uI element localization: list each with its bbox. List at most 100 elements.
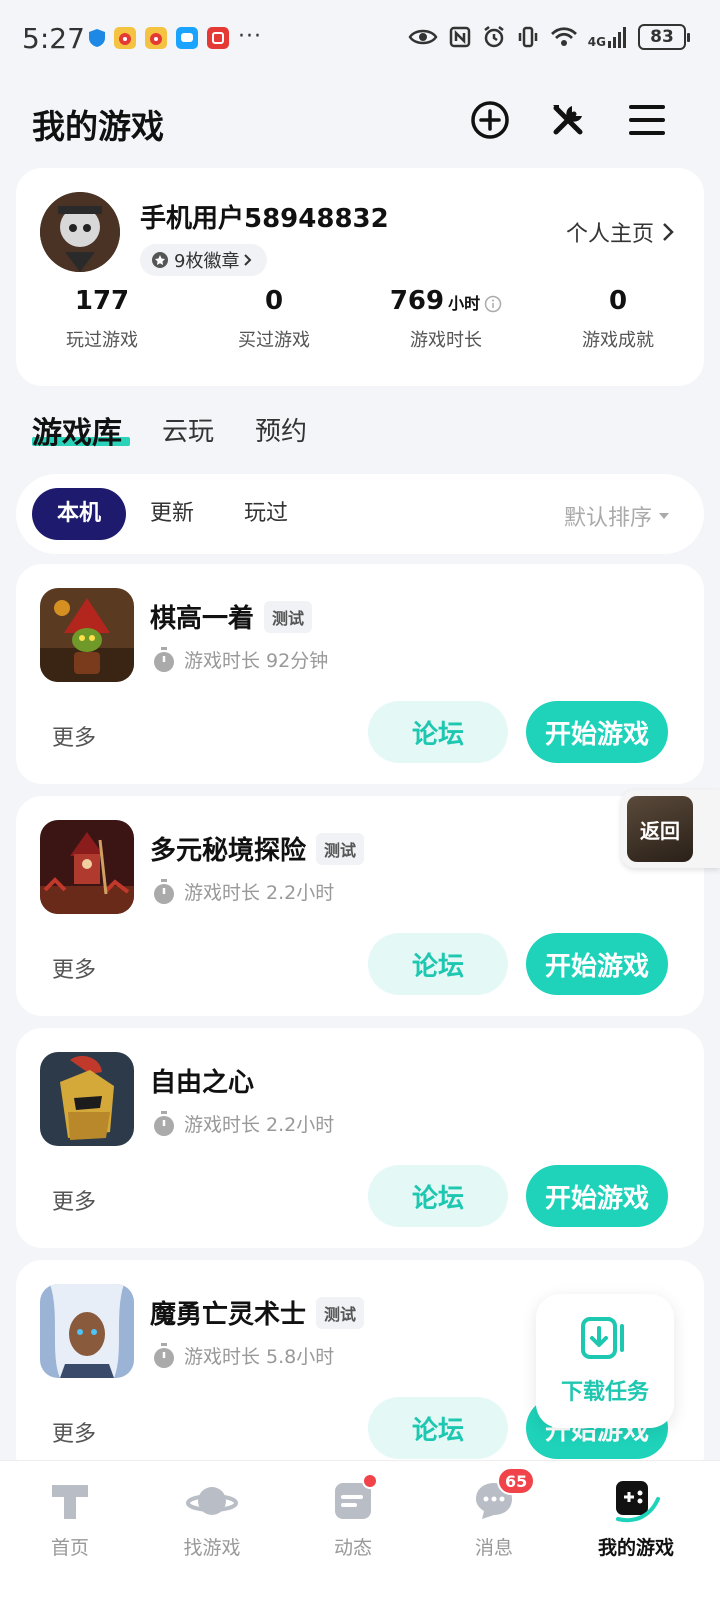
badges-button[interactable]: 9枚徽章: [140, 244, 268, 276]
planet-icon: [186, 1487, 238, 1515]
avatar[interactable]: [40, 192, 120, 272]
more-notifications: ···: [238, 24, 262, 49]
beta-tag: 测试: [316, 832, 365, 865]
stat-label: 玩过游戏: [66, 330, 138, 351]
weibo-app-icon: [145, 27, 167, 49]
beta-tag: 测试: [264, 600, 313, 633]
info-icon[interactable]: [484, 295, 502, 313]
forum-button[interactable]: 论坛: [368, 1165, 508, 1227]
cellular-signal-icon: 4G: [588, 26, 628, 48]
tools-button[interactable]: [546, 98, 590, 142]
nfc-icon: [449, 26, 471, 48]
tab-reservations[interactable]: 预约: [255, 411, 307, 448]
medal-icon: [152, 252, 168, 268]
stat-played-games[interactable]: 177 玩过游戏: [16, 286, 188, 352]
game-title: 棋高一着 测试: [150, 598, 313, 635]
nav-find-games[interactable]: 找游戏: [152, 1479, 272, 1560]
chevron-right-icon: [244, 254, 252, 266]
gamepad-icon: [616, 1481, 660, 1523]
more-button[interactable]: 更多: [52, 952, 96, 984]
nav-label: 消息: [474, 1537, 513, 1559]
wifi-icon: [550, 27, 577, 46]
game-playtime: 游戏时长 5.8小时: [152, 1342, 334, 1369]
game-name: 多元秘境探险: [150, 836, 307, 866]
game-title: 魔勇亡灵术士 测试: [150, 1294, 365, 1331]
filter-chip-local[interactable]: 本机: [32, 488, 126, 540]
playtime-text: 游戏时长 5.8小时: [184, 1346, 335, 1368]
back-label: 返回: [627, 796, 693, 862]
playtime-text: 游戏时长 2.2小时: [184, 1114, 335, 1136]
more-button[interactable]: 更多: [52, 720, 96, 752]
stat-play-time[interactable]: 769 小时 游戏时长: [360, 286, 532, 352]
homepage-link[interactable]: 个人主页: [566, 216, 674, 248]
nav-my-games[interactable]: 我的游戏: [576, 1479, 696, 1560]
nav-label: 首页: [50, 1537, 89, 1559]
more-button[interactable]: 更多: [52, 1184, 96, 1216]
game-icon[interactable]: [40, 820, 134, 914]
username: 手机用户58948832: [140, 204, 389, 234]
start-game-button[interactable]: 开始游戏: [526, 701, 668, 763]
stat-value: 769: [389, 286, 445, 316]
stopwatch-icon: [154, 878, 174, 904]
stat-value: 0: [608, 286, 628, 316]
stat-unit: 小时: [448, 294, 481, 313]
vibrate-icon: [518, 26, 538, 48]
network-type: 4G: [587, 35, 606, 49]
add-game-button[interactable]: [468, 98, 512, 142]
stat-value: 177: [74, 286, 130, 316]
start-game-button[interactable]: 开始游戏: [526, 933, 668, 995]
filter-chip-updates[interactable]: 更新: [140, 488, 204, 540]
stopwatch-icon: [154, 1110, 174, 1136]
nav-label: 我的游戏: [597, 1537, 674, 1559]
start-game-button[interactable]: 开始游戏: [526, 1165, 668, 1227]
game-icon[interactable]: [40, 1284, 134, 1378]
menu-button[interactable]: [625, 98, 669, 142]
tools-icon: [553, 105, 583, 135]
beta-tag: 测试: [316, 1296, 365, 1329]
chat-app-icon: [176, 27, 198, 49]
battery-indicator: 83: [638, 24, 690, 50]
tab-cloud-play[interactable]: 云玩: [162, 411, 214, 448]
game-title: 自由之心: [150, 1062, 254, 1099]
game-name: 魔勇亡灵术士: [150, 1300, 307, 1330]
stat-label: 游戏成就: [582, 330, 654, 351]
stopwatch-icon: [154, 646, 174, 672]
page-title: 我的游戏: [32, 107, 164, 146]
homepage-label: 个人主页: [565, 222, 654, 247]
nav-feed[interactable]: 动态: [293, 1479, 413, 1560]
filter-chip-played[interactable]: 玩过: [234, 488, 298, 540]
profile-stats: 177 玩过游戏 0 买过游戏 769 小时 游戏时长 0 游戏成就: [16, 286, 704, 352]
forum-button[interactable]: 论坛: [368, 1397, 508, 1459]
stat-bought-games[interactable]: 0 买过游戏: [188, 286, 360, 352]
home-t-icon: [52, 1485, 88, 1519]
nav-home[interactable]: 首页: [10, 1479, 130, 1560]
stat-value: 0: [264, 286, 284, 316]
download-tasks-button[interactable]: 下载任务: [536, 1294, 674, 1428]
floating-back-button[interactable]: 返回: [621, 790, 720, 868]
badges-label: 9枚徽章: [174, 251, 240, 272]
game-icon[interactable]: [40, 1052, 134, 1146]
game-title: 多元秘境探险 测试: [150, 830, 365, 867]
more-button[interactable]: 更多: [52, 1416, 96, 1448]
filter-bar: 本机 更新 玩过 默认排序: [16, 474, 704, 554]
nav-label: 动态: [333, 1537, 372, 1559]
alarm-icon: [484, 26, 504, 48]
download-icon: [581, 1317, 624, 1359]
caret-down-icon: [659, 513, 669, 519]
news-app-icon: [207, 27, 229, 49]
feed-notification-dot: [362, 1473, 378, 1489]
bottom-navigation: 首页 找游戏 动态 消息 我的游戏: [0, 1460, 720, 1600]
game-icon[interactable]: [40, 588, 134, 682]
nav-messages[interactable]: 消息: [434, 1479, 554, 1560]
stat-label: 买过游戏: [238, 330, 310, 351]
game-name: 棋高一着: [150, 604, 255, 634]
sort-dropdown[interactable]: 默认排序: [564, 500, 670, 532]
playtime-text: 游戏时长 2.2小时: [184, 882, 335, 904]
tab-library[interactable]: 游戏库: [32, 408, 122, 452]
forum-button[interactable]: 论坛: [368, 933, 508, 995]
stopwatch-icon: [154, 1342, 174, 1368]
forum-button[interactable]: 论坛: [368, 701, 508, 763]
game-name: 自由之心: [150, 1068, 255, 1098]
download-tasks-label: 下载任务: [560, 1380, 649, 1405]
stat-achievements[interactable]: 0 游戏成就: [532, 286, 704, 352]
